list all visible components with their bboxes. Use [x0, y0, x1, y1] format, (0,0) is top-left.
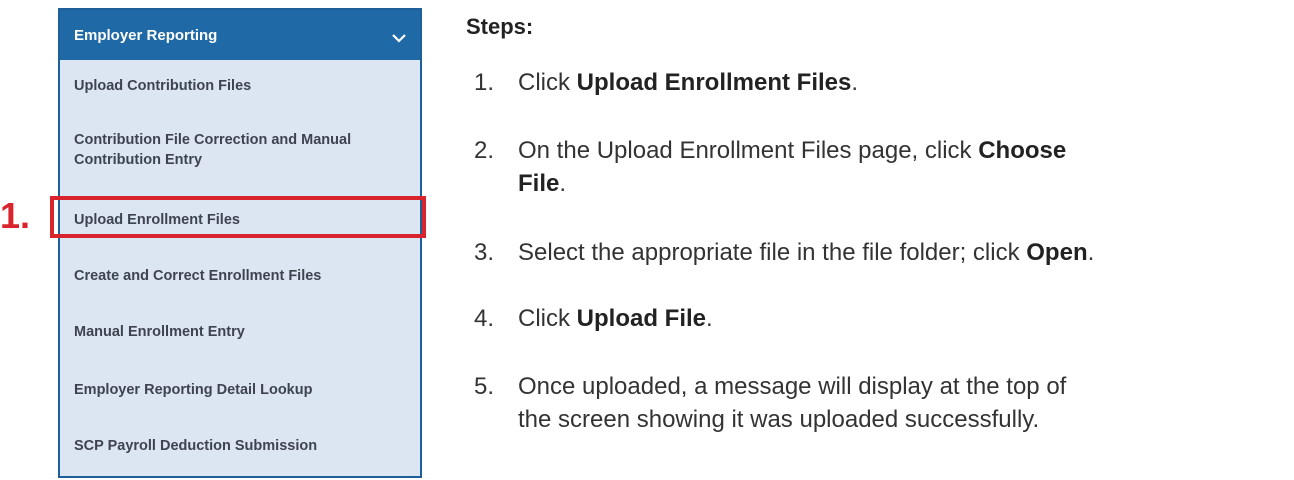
step-3: 3. Select the appropriate file in the fil…	[474, 236, 1094, 269]
step-text-end: .	[706, 305, 713, 332]
step-text-end: .	[1087, 239, 1095, 266]
step-bold-text: Upload File	[576, 305, 707, 332]
step-bold-text-line2: File	[518, 170, 560, 197]
employer-reporting-menu: Employer Reporting Upload Contribution F…	[58, 8, 422, 478]
step-text-line2: the screen showing it was uploaded succe…	[518, 406, 1040, 433]
step-text: Select the appropriate file in the file …	[518, 239, 1027, 266]
steps-title: Steps:	[466, 14, 534, 39]
step-bold-text: Upload Enrollment Files	[576, 69, 852, 96]
menu-item-create-correct-enrollment-files[interactable]: Create and Correct Enrollment Files	[60, 266, 420, 286]
menu-item-upload-contribution-files[interactable]: Upload Contribution Files	[60, 76, 420, 96]
menu-item-scp-payroll-deduction[interactable]: SCP Payroll Deduction Submission	[60, 436, 420, 456]
menu-item-contribution-file-correction[interactable]: Contribution File Correction and Manual …	[60, 130, 420, 170]
menu-item-label: Employer Reporting Detail Lookup	[74, 382, 313, 398]
step-bold-text: Choose	[978, 137, 1067, 164]
menu-item-manual-enrollment-entry[interactable]: Manual Enrollment Entry	[60, 322, 420, 342]
menu-item-label: Create and Correct Enrollment Files	[74, 268, 322, 284]
step-2: 2. On the Upload Enrollment Files page, c…	[474, 134, 1066, 200]
step-text: Click	[518, 69, 577, 96]
menu-item-label: SCP Payroll Deduction Submission	[74, 438, 318, 454]
callout-highlight-box	[50, 196, 426, 238]
step-number: 3.	[474, 239, 495, 266]
step-number: 1.	[474, 69, 495, 96]
step-number: 4.	[474, 305, 495, 332]
menu-item-employer-reporting-detail-lookup[interactable]: Employer Reporting Detail Lookup	[60, 380, 420, 400]
menu-item-label-line2: Contribution Entry	[74, 152, 203, 168]
step-bold-text: Open	[1026, 239, 1088, 266]
menu-item-label-line1: Contribution File Correction and Manual	[74, 132, 352, 148]
step-number: 2.	[474, 137, 495, 164]
step-1: 1. Click Upload Enrollment Files.	[474, 66, 858, 99]
callout-number: 1.	[0, 195, 31, 236]
step-text: On the Upload Enrollment Files page, cli…	[518, 137, 979, 164]
step-text-end: .	[851, 69, 859, 96]
chevron-down-icon[interactable]	[392, 30, 406, 43]
step-number: 5.	[474, 373, 495, 400]
step-text-line1: Once uploaded, a message will display at…	[518, 373, 1067, 400]
step-5: 5. Once uploaded, a message will display …	[474, 370, 1066, 436]
menu-header-employer-reporting[interactable]: Employer Reporting	[60, 10, 420, 60]
menu-item-label: Manual Enrollment Entry	[74, 324, 245, 340]
menu-item-label: Upload Contribution Files	[74, 78, 252, 94]
step-4: 4. Click Upload File.	[474, 302, 713, 335]
step-text-end: .	[559, 170, 567, 197]
menu-header-label: Employer Reporting	[74, 26, 218, 44]
step-text: Click	[518, 305, 577, 332]
